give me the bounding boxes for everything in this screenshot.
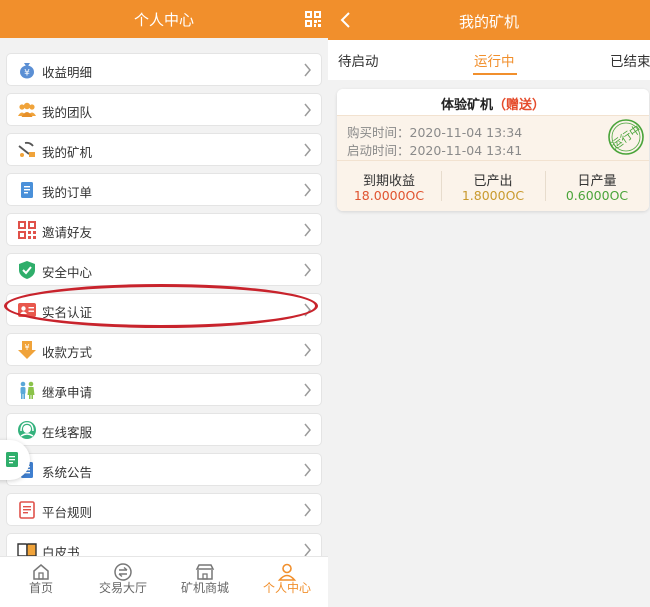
purchase-time-value: 2020-11-04 13:34	[409, 125, 523, 140]
page-title: 我的矿机	[458, 13, 519, 31]
menu-label: 实名认证	[42, 305, 93, 320]
active-tab-indicator	[473, 73, 517, 75]
bottom-tab-bar: 首页 交易大厅 矿机商城 个人中心	[0, 556, 328, 607]
stat-value: 18.0000OC	[353, 188, 425, 203]
menu-label: 我的矿机	[42, 145, 93, 160]
purchase-time-row: 购买时间：2020-11-04 13:34	[347, 122, 522, 141]
tab-trading-hall[interactable]: 交易大厅	[82, 557, 164, 607]
qr-code-icon	[18, 221, 36, 239]
chevron-right-icon	[304, 423, 311, 437]
stat-produced: 已产出 1.8000OC	[441, 161, 545, 211]
card-stats: 到期收益 18.0000OC 已产出 1.8000OC 日产量 0.6000OC	[337, 161, 649, 211]
qr-code-icon[interactable]	[305, 11, 321, 27]
chevron-right-icon	[304, 263, 311, 277]
tab-label: 交易大厅	[98, 581, 147, 595]
chevron-right-icon	[304, 303, 311, 317]
mining-machine-icon	[18, 141, 35, 157]
tab-label: 首页	[28, 581, 53, 595]
running-stamp: 运行中	[608, 119, 644, 155]
tab-pending[interactable]: 待启动	[338, 50, 379, 70]
chevron-right-icon	[304, 103, 311, 117]
chevron-right-icon	[304, 503, 311, 517]
menu-label: 我的订单	[42, 185, 93, 200]
menu-item-system-announcements[interactable]: 系统公告	[6, 453, 322, 486]
menu-item-my-orders[interactable]: 我的订单	[6, 173, 322, 206]
money-bag-icon: ¥	[20, 63, 34, 79]
start-time-label: 启动时间：	[347, 143, 410, 158]
gift-badge: （赠送）	[493, 98, 546, 113]
stat-label: 日产量	[577, 174, 617, 189]
menu-label: 我的团队	[42, 105, 93, 120]
menu-item-real-name-verification[interactable]: 实名认证	[6, 293, 322, 326]
menu-label: 收款方式	[42, 345, 93, 360]
chevron-right-icon	[304, 63, 311, 77]
chevron-right-icon	[304, 463, 311, 477]
menu-item-invite-friends[interactable]: 邀请好友	[6, 213, 322, 246]
menu-item-online-support[interactable]: 在线客服	[6, 413, 322, 446]
tab-home[interactable]: 首页	[0, 557, 82, 607]
menu-item-security-center[interactable]: 安全中心	[6, 253, 322, 286]
chevron-right-icon	[304, 383, 311, 397]
tab-label: 矿机商城	[180, 581, 229, 595]
stat-daily-output: 日产量 0.6000OC	[545, 161, 649, 211]
rules-icon	[19, 501, 35, 519]
menu-label: 收益明细	[42, 65, 93, 80]
menu-item-my-team[interactable]: 我的团队	[6, 93, 322, 126]
chevron-right-icon	[304, 223, 311, 237]
tab-ended[interactable]: 已结束	[610, 50, 650, 70]
purchase-time-label: 购买时间：	[347, 125, 410, 140]
miner-card[interactable]: 体验矿机（赠送） 购买时间：2020-11-04 13:34 启动时间：2020…	[337, 89, 649, 211]
menu-label: 安全中心	[42, 265, 93, 280]
menu-label: 继承申请	[42, 385, 93, 400]
menu-label: 在线客服	[42, 425, 93, 440]
svg-text:¥: ¥	[24, 343, 29, 352]
shield-icon	[19, 261, 35, 279]
header-bar: 我的矿机	[328, 0, 650, 40]
stat-label: 到期收益	[362, 174, 415, 189]
menu-item-inheritance-application[interactable]: 继承申请	[6, 373, 322, 406]
menu-item-income-details[interactable]: ¥ 收益明细	[6, 53, 322, 86]
card-header: 体验矿机（赠送）	[337, 89, 649, 115]
order-icon	[21, 182, 33, 198]
tab-running[interactable]: 运行中	[474, 50, 515, 70]
chevron-right-icon	[304, 343, 311, 357]
card-title: 体验矿机（赠送）	[337, 94, 649, 113]
miner-name: 体验矿机	[440, 98, 493, 113]
menu-item-payment-methods[interactable]: ¥ 收款方式	[6, 333, 322, 366]
page-title: 个人中心	[133, 11, 194, 29]
chevron-right-icon	[304, 183, 311, 197]
card-times: 购买时间：2020-11-04 13:34 启动时间：2020-11-04 13…	[337, 115, 649, 161]
stat-expected-income: 到期收益 18.0000OC	[337, 161, 441, 211]
menu-item-my-miners[interactable]: 我的矿机	[6, 133, 322, 166]
stat-value: 1.8000OC	[461, 188, 525, 203]
chevron-right-icon	[304, 143, 311, 157]
menu-label: 系统公告	[42, 465, 93, 480]
svg-text:¥: ¥	[24, 69, 30, 79]
tab-miner-store[interactable]: 矿机商城	[164, 557, 246, 607]
start-time-row: 启动时间：2020-11-04 13:41	[347, 140, 522, 159]
tab-label: 个人中心	[262, 581, 311, 595]
tab-personal-center[interactable]: 个人中心	[246, 557, 328, 607]
yen-arrow-icon: ¥	[18, 341, 36, 359]
team-icon	[18, 102, 36, 117]
id-card-icon	[18, 303, 36, 317]
header-bar: 个人中心	[0, 0, 328, 38]
people-icon	[20, 381, 35, 399]
stat-value: 0.6000OC	[565, 188, 629, 203]
start-time-value: 2020-11-04 13:41	[409, 143, 523, 158]
headset-icon	[18, 421, 36, 439]
menu-item-platform-rules[interactable]: 平台规则	[6, 493, 322, 526]
personal-center-panel: 个人中心 ¥ 收益明细 我的团队 我的矿机 我的订单 邀请好友 安全中心 实名认…	[0, 0, 328, 607]
document-icon	[6, 452, 18, 467]
chevron-right-icon	[304, 543, 311, 557]
stat-label: 已产出	[473, 174, 513, 189]
my-miners-panel: 我的矿机 待启动 运行中 已结束 体验矿机（赠送） 购买时间：2020-11-0…	[328, 0, 650, 607]
menu-label: 邀请好友	[42, 225, 93, 240]
menu-label: 平台规则	[42, 505, 93, 520]
